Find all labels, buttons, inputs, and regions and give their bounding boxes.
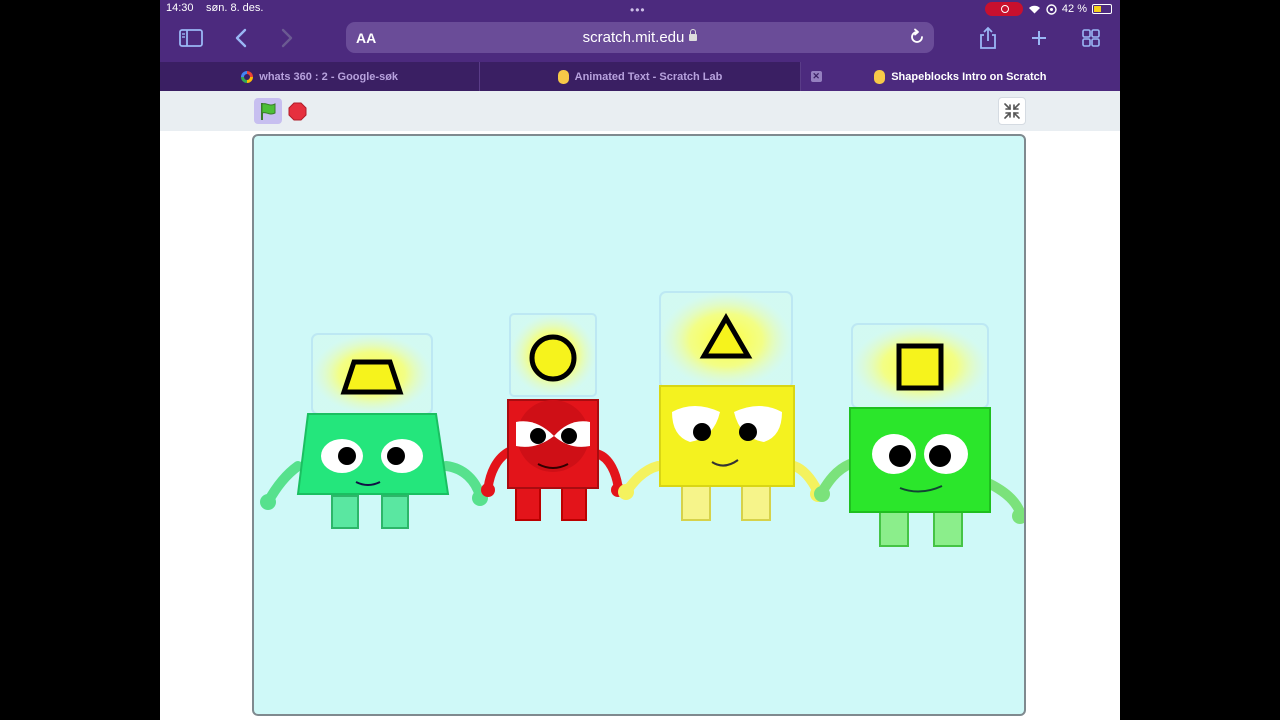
green-flag-icon bbox=[261, 103, 276, 120]
status-date: søn. 8. des. bbox=[206, 2, 264, 14]
address-bar[interactable]: AA scratch.mit.edu bbox=[346, 22, 934, 53]
trapezoid-shape bbox=[340, 359, 404, 395]
scratch-icon bbox=[557, 69, 569, 84]
stop-icon bbox=[288, 102, 306, 120]
tab-bar: whats 360 : 2 - Google-søk Animated Text… bbox=[160, 62, 1120, 91]
ipad-screen: 14:30 søn. 8. des. ••• 42 % AA scratch.m… bbox=[160, 0, 1120, 720]
battery-icon bbox=[1092, 4, 1112, 14]
battery-percent: 42 % bbox=[1061, 3, 1087, 15]
tab-label: whats 360 : 2 - Google-søk bbox=[259, 70, 399, 83]
scratch-icon bbox=[874, 69, 886, 84]
circle-shape bbox=[529, 334, 577, 382]
google-icon bbox=[241, 70, 254, 83]
triangle-character[interactable] bbox=[618, 291, 826, 521]
screen-recording-icon[interactable] bbox=[984, 2, 1023, 16]
reload-icon[interactable] bbox=[908, 28, 926, 46]
share-icon[interactable] bbox=[975, 26, 1001, 50]
exit-fullscreen-button[interactable] bbox=[998, 97, 1026, 125]
browser-chrome: 14:30 søn. 8. des. ••• 42 % AA scratch.m… bbox=[160, 0, 1120, 62]
square-shape bbox=[896, 343, 944, 391]
location-icon bbox=[1046, 3, 1057, 15]
tab-shapeblocks[interactable]: ✕ Shapeblocks Intro on Scratch bbox=[799, 62, 1120, 91]
multitasking-dots[interactable]: ••• bbox=[630, 3, 646, 17]
stage-header bbox=[160, 91, 1120, 131]
scratch-stage[interactable] bbox=[252, 134, 1026, 716]
status-time: 14:30 bbox=[166, 2, 194, 14]
lock-icon bbox=[689, 29, 698, 41]
trapezium-character[interactable] bbox=[260, 333, 488, 529]
sidebar-icon[interactable] bbox=[178, 26, 204, 50]
close-tab-icon[interactable]: ✕ bbox=[810, 71, 822, 82]
tabs-overview-icon[interactable] bbox=[1078, 26, 1104, 50]
tab-google-search[interactable]: whats 360 : 2 - Google-søk bbox=[160, 62, 479, 91]
tab-animated-text[interactable]: Animated Text - Scratch Lab bbox=[479, 62, 799, 91]
forward-icon[interactable] bbox=[274, 26, 300, 50]
status-icons: 42 % bbox=[984, 1, 1112, 17]
back-icon[interactable] bbox=[228, 26, 254, 50]
green-flag-button[interactable] bbox=[254, 98, 282, 124]
new-tab-icon[interactable] bbox=[1026, 26, 1052, 50]
exit-fullscreen-icon bbox=[1004, 103, 1020, 119]
tab-label: Animated Text - Scratch Lab bbox=[574, 70, 723, 83]
stop-button[interactable] bbox=[287, 101, 307, 121]
url-text: scratch.mit.edu bbox=[582, 29, 685, 46]
wifi-icon bbox=[1028, 5, 1040, 14]
circle-character[interactable] bbox=[481, 313, 625, 521]
tab-label: Shapeblocks Intro on Scratch bbox=[891, 70, 1047, 83]
square-character[interactable] bbox=[814, 323, 1024, 547]
